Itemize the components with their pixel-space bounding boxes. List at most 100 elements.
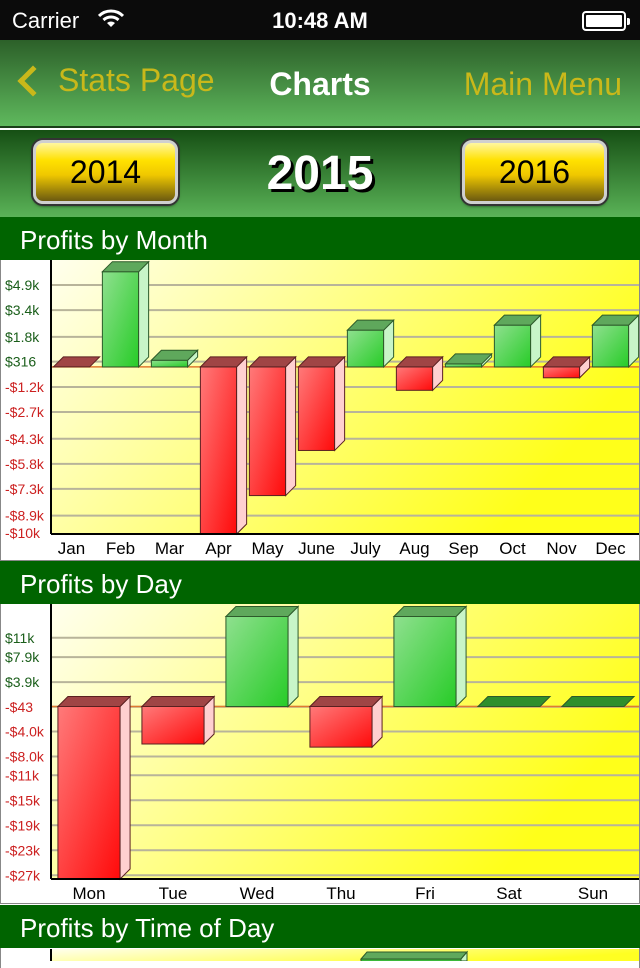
x-tick-label: Oct [499, 539, 526, 558]
next-year-button[interactable]: 2016 [462, 140, 607, 204]
x-tick-label: Mon [72, 884, 105, 903]
x-tick-label: Fri [415, 884, 435, 903]
bar [101, 271, 140, 368]
x-tick-label: Jan [58, 539, 85, 558]
bar-side [455, 605, 467, 708]
x-tick-label: Thu [326, 884, 355, 903]
status-bar: Carrier 10:48 AM [0, 0, 640, 40]
bar-top [392, 606, 468, 617]
x-tick-label: June [298, 539, 335, 558]
y-tick-label: $11k [5, 630, 35, 646]
navigation-bar: Stats Page Charts Main Menu [0, 40, 640, 128]
y-tick-label: -$5.8k [5, 456, 45, 472]
x-tick-label: Dec [595, 539, 626, 558]
section-header-day: Profits by Day [0, 561, 640, 604]
x-tick-label: Sat [496, 884, 522, 903]
y-tick-label: -$10k [5, 525, 41, 541]
x-tick-label: July [350, 539, 381, 558]
bar-group [346, 318, 395, 369]
year-selector: 2014 2015 2016 [0, 130, 640, 217]
bar [493, 324, 532, 368]
chevron-left-icon [17, 64, 49, 97]
x-tick-label: Sun [578, 884, 608, 903]
day-chart: $11k $7.9k $3.9k -$43 -$4.0k -$8.0k -$11k -$15k… [5, 604, 639, 903]
y-tick-label: $316 [5, 354, 36, 370]
y-tick-label: -$8.0k [5, 749, 45, 765]
bar [309, 706, 373, 748]
bar [297, 366, 336, 451]
bar-group [248, 355, 297, 497]
bar-group [224, 605, 300, 708]
y-tick-label: $4.9k [5, 277, 40, 293]
bar [542, 366, 581, 379]
x-tick-label: Feb [106, 539, 135, 558]
bar-group [308, 695, 384, 749]
bar [248, 366, 287, 497]
bar-group [392, 605, 468, 708]
plot-background [51, 949, 639, 961]
bar-group [199, 355, 248, 536]
bar-side [119, 695, 131, 881]
main-menu-button[interactable]: Main Menu [464, 66, 622, 103]
bar-group [542, 355, 591, 379]
bar-group [560, 696, 636, 707]
bar [360, 958, 462, 964]
bar-side [285, 355, 297, 497]
bar-group [297, 355, 346, 452]
y-tick-label: -$19k [5, 817, 41, 833]
bar-top [56, 696, 132, 707]
x-tick-label: Nov [546, 539, 577, 558]
bar [199, 366, 238, 535]
y-tick-label: -$43 [5, 699, 33, 715]
y-tick-label: -$2.7k [5, 404, 45, 420]
y-tick-label: -$11k [5, 767, 40, 783]
bar [150, 359, 189, 368]
time-of-day-chart [50, 949, 639, 964]
bar-group [395, 355, 444, 392]
y-tick-label: -$4.3k [5, 431, 45, 447]
bar [225, 616, 289, 707]
bar [141, 706, 205, 745]
bar-group [493, 313, 542, 369]
x-tick-label: Wed [240, 884, 275, 903]
bar-top [224, 606, 300, 617]
y-tick-label: -$7.3k [5, 481, 45, 497]
bar [57, 706, 121, 880]
bar-group [101, 260, 150, 369]
x-tick-label: May [251, 539, 284, 558]
month-chart: $4.9k $3.4k $1.8k $316 -$1.2k -$2.7k -$4.3k -$5… [5, 260, 640, 558]
y-tick-label: -$27k [5, 867, 41, 883]
time-of-day-chart-panel [0, 948, 640, 968]
x-tick-label: Aug [399, 539, 429, 558]
bar-top [140, 696, 216, 707]
section-header-time-of-day: Profits by Time of Day [0, 905, 640, 948]
x-tick-label: Mar [155, 539, 185, 558]
y-tick-label: -$15k [5, 792, 41, 808]
bar-group [591, 313, 640, 369]
back-button-label: Stats Page [58, 62, 215, 98]
bar-top [476, 696, 552, 707]
y-tick-label: -$8.9k [5, 508, 45, 524]
bar-group [140, 695, 216, 746]
back-button[interactable]: Stats Page [14, 62, 215, 99]
bar [393, 616, 457, 707]
bar [591, 324, 630, 368]
x-tick-label: Tue [159, 884, 188, 903]
y-tick-label: -$1.2k [5, 379, 45, 395]
bar-side [236, 355, 248, 536]
bar-group [56, 695, 132, 881]
bar-top [359, 951, 469, 960]
y-tick-label: $3.4k [5, 302, 40, 318]
bar [395, 366, 434, 391]
previous-year-button[interactable]: 2014 [33, 140, 178, 204]
bar-group [476, 696, 552, 707]
bar-side [287, 605, 299, 708]
x-tick-label: Sep [448, 539, 478, 558]
y-tick-label: $7.9k [5, 649, 40, 665]
y-tick-label: $3.9k [5, 674, 40, 690]
y-tick-label: -$23k [5, 842, 41, 858]
month-chart-panel: $4.9k $3.4k $1.8k $316 -$1.2k -$2.7k -$4.3k -$5… [0, 260, 640, 561]
section-header-month: Profits by Month [0, 217, 640, 260]
bar-top [560, 696, 636, 707]
bar-group [150, 349, 199, 369]
